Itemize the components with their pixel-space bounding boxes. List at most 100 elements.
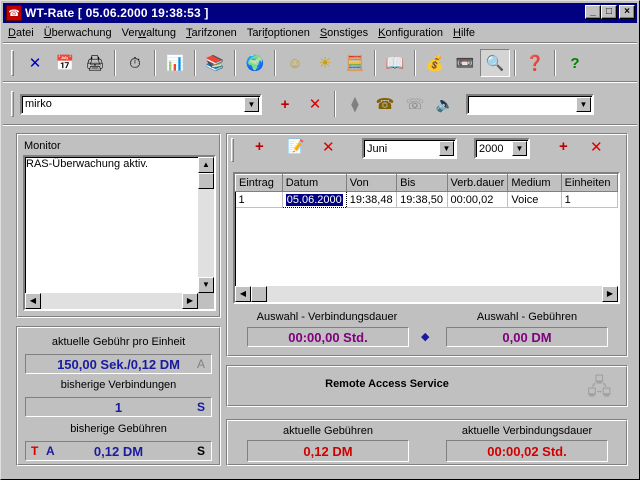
chevron-down-icon[interactable]: ▼ bbox=[244, 96, 259, 112]
col-header-eintrag[interactable]: Eintrag bbox=[235, 174, 283, 192]
toolbar-globe-icon[interactable]: 🌍 bbox=[240, 49, 270, 77]
add-entry-icon[interactable]: + bbox=[255, 138, 264, 155]
toolbar-tape-icon[interactable]: 📼 bbox=[450, 49, 480, 77]
menu-verwaltung[interactable]: Verwaltung bbox=[117, 27, 181, 39]
scroll-thumb[interactable] bbox=[251, 286, 267, 302]
toolbar-context-help-icon[interactable]: ❓ bbox=[520, 49, 550, 77]
delete-user-icon[interactable]: ✕ bbox=[300, 90, 330, 118]
network-computers-icon: 🖧 bbox=[587, 374, 612, 399]
toolbar-calculator-icon[interactable]: 🧮 bbox=[340, 49, 370, 77]
monitor-hscroll[interactable]: ◀ ▶ bbox=[25, 293, 198, 309]
toolbar-separator bbox=[114, 50, 116, 76]
toolbar-book-icon[interactable]: 📖 bbox=[380, 49, 410, 77]
add-user-icon[interactable]: + bbox=[270, 90, 300, 118]
col-header-medium[interactable]: Medium bbox=[507, 174, 562, 192]
log-hscroll[interactable]: ◀ ▶ bbox=[235, 286, 618, 302]
toolbar-help-icon[interactable]: ? bbox=[560, 49, 590, 77]
current-fees-box: 0,12 DM bbox=[247, 440, 409, 462]
scroll-up-icon[interactable]: ▲ bbox=[198, 157, 214, 173]
toolbar-separator bbox=[374, 50, 376, 76]
toolbar-separator bbox=[414, 50, 416, 76]
notepad-icon[interactable]: 📝 bbox=[287, 138, 304, 155]
log-toolbar-grip[interactable] bbox=[231, 138, 234, 162]
log-panel: + 📝 ✕ Juni ▼ 2000 ▼ + ✕ Eintrag Datum Vo… bbox=[226, 133, 628, 357]
scroll-right-icon[interactable]: ▶ bbox=[602, 286, 618, 302]
menu-sonstiges[interactable]: Sonstiges bbox=[315, 27, 373, 39]
menu-datei[interactable]: Datei bbox=[3, 27, 39, 39]
connect-disabled-icon: ⧫ bbox=[351, 96, 359, 113]
cell-eintrag[interactable]: 1 bbox=[235, 191, 283, 208]
user-toolbar-grip[interactable] bbox=[11, 91, 14, 117]
current-fees-value: 0,12 DM bbox=[303, 443, 353, 459]
toolbar-smiley-icon[interactable]: ☺ bbox=[280, 49, 310, 77]
toolbar-stopwatch-icon[interactable]: ⏱ bbox=[120, 49, 150, 77]
user-combo-value: mirko bbox=[25, 98, 52, 110]
phone-disabled-icon: ☏ bbox=[405, 96, 425, 113]
cell-verbdauer[interactable]: 00:00,02 bbox=[447, 191, 509, 208]
toolbar-books-icon[interactable]: 📚 bbox=[200, 49, 230, 77]
chevron-down-icon[interactable]: ▼ bbox=[512, 141, 527, 156]
cell-einheiten[interactable]: 1 bbox=[561, 191, 618, 208]
right-combo[interactable]: ▼ bbox=[466, 93, 594, 115]
toolbar-money-icon[interactable]: 💰 bbox=[420, 49, 450, 77]
toolbar-printer-icon[interactable]: 🖨 bbox=[80, 49, 110, 77]
monitor-textbox[interactable]: RAS-Überwachung aktiv. ▲ ▼ ◀ ▶ bbox=[23, 155, 216, 311]
toolbar-cancel-icon[interactable]: ✕ bbox=[20, 49, 50, 77]
menu-hilfe[interactable]: Hilfe bbox=[448, 27, 480, 39]
menu-ueberwachung[interactable]: Überwachung bbox=[39, 27, 117, 39]
scroll-left-icon[interactable]: ◀ bbox=[25, 293, 41, 309]
maximize-button[interactable]: □ bbox=[601, 5, 617, 19]
delete-year-icon[interactable]: ✕ bbox=[590, 138, 603, 156]
title-bar[interactable]: ☎ WT-Rate [ 05.06.2000 19:38:53 ] _ □ × bbox=[3, 3, 637, 23]
chevron-down-icon[interactable]: ▼ bbox=[576, 96, 591, 112]
month-value: Juni bbox=[367, 142, 388, 155]
cell-datum[interactable]: 05.06.2000 bbox=[281, 191, 347, 208]
main-toolbar: ✕ 📅 🖨 ⏱ 📊 📚 🌍 ☺ ☀ 🧮 📖 💰 📼 🔍 ❓ ? bbox=[3, 46, 590, 80]
menu-tarifoptionen[interactable]: Tarifoptionen bbox=[242, 27, 315, 39]
toolbar-sun-icon[interactable]: ☀ bbox=[310, 49, 340, 77]
scroll-right-icon[interactable]: ▶ bbox=[182, 293, 198, 309]
toolbar-magnifier-icon[interactable]: 🔍 bbox=[480, 49, 510, 77]
toolbar-calendar-icon[interactable]: 📅 bbox=[50, 49, 80, 77]
month-combo[interactable]: Juni ▼ bbox=[362, 138, 457, 159]
close-button[interactable]: × bbox=[619, 5, 635, 19]
prev-fees-label: bisherige Gebühren bbox=[70, 423, 167, 435]
toolbar-chart-icon[interactable]: 📊 bbox=[160, 49, 190, 77]
delete-entry-icon[interactable]: ✕ bbox=[322, 138, 335, 156]
monitor-vscroll[interactable]: ▲ ▼ bbox=[198, 157, 214, 293]
table-row[interactable]: 1 05.06.2000 19:38,48 19:38,50 00:00,02 … bbox=[235, 191, 618, 208]
minimize-button[interactable]: _ bbox=[585, 5, 601, 19]
window-title: WT-Rate [ 05.06.2000 19:38:53 ] bbox=[25, 6, 209, 20]
scroll-down-icon[interactable]: ▼ bbox=[198, 277, 214, 293]
prev-fees-flag-t: T bbox=[31, 444, 39, 458]
col-header-verbdauer[interactable]: Verb.dauer bbox=[446, 174, 509, 192]
user-combo[interactable]: mirko ▼ bbox=[20, 93, 262, 115]
menu-tarifzonen[interactable]: Tarifzonen bbox=[181, 27, 242, 39]
prev-fees-value-box: T A 0,12 DM S bbox=[25, 441, 212, 461]
chevron-down-icon[interactable]: ▼ bbox=[439, 141, 454, 156]
current-panel: aktuelle Gebühren 0,12 DM aktuelle Verbi… bbox=[226, 419, 628, 466]
cell-bis[interactable]: 19:38,50 bbox=[396, 191, 448, 208]
fees-panel: aktuelle Gebühr pro Einheit 150,00 Sek./… bbox=[16, 326, 221, 466]
service-name: Remote Access Service bbox=[325, 378, 449, 390]
toolbar-separator bbox=[334, 91, 336, 117]
col-header-von[interactable]: Von bbox=[345, 174, 398, 192]
dial-icon[interactable]: ☎ bbox=[370, 90, 400, 118]
current-duration-box: 00:00,02 Std. bbox=[446, 440, 608, 462]
col-header-einheiten[interactable]: Einheiten bbox=[560, 174, 618, 192]
diamond-icon: ◆ bbox=[421, 331, 430, 343]
toolbar-separator-line bbox=[3, 81, 637, 83]
toolbar-grip[interactable] bbox=[11, 50, 14, 76]
cell-von[interactable]: 19:38,48 bbox=[346, 191, 398, 208]
col-header-bis[interactable]: Bis bbox=[396, 174, 448, 192]
year-combo[interactable]: 2000 ▼ bbox=[474, 138, 530, 159]
add-year-icon[interactable]: + bbox=[559, 138, 568, 155]
scroll-left-icon[interactable]: ◀ bbox=[235, 286, 251, 302]
prev-connections-value-box: 1 S bbox=[25, 397, 212, 417]
col-header-datum[interactable]: Datum bbox=[281, 174, 347, 192]
menu-konfiguration[interactable]: Konfiguration bbox=[373, 27, 448, 39]
toolbar-separator bbox=[154, 50, 156, 76]
cell-medium[interactable]: Voice bbox=[507, 191, 562, 208]
phone-app-icon[interactable]: ☎ bbox=[6, 5, 22, 21]
scroll-thumb[interactable] bbox=[198, 173, 214, 189]
